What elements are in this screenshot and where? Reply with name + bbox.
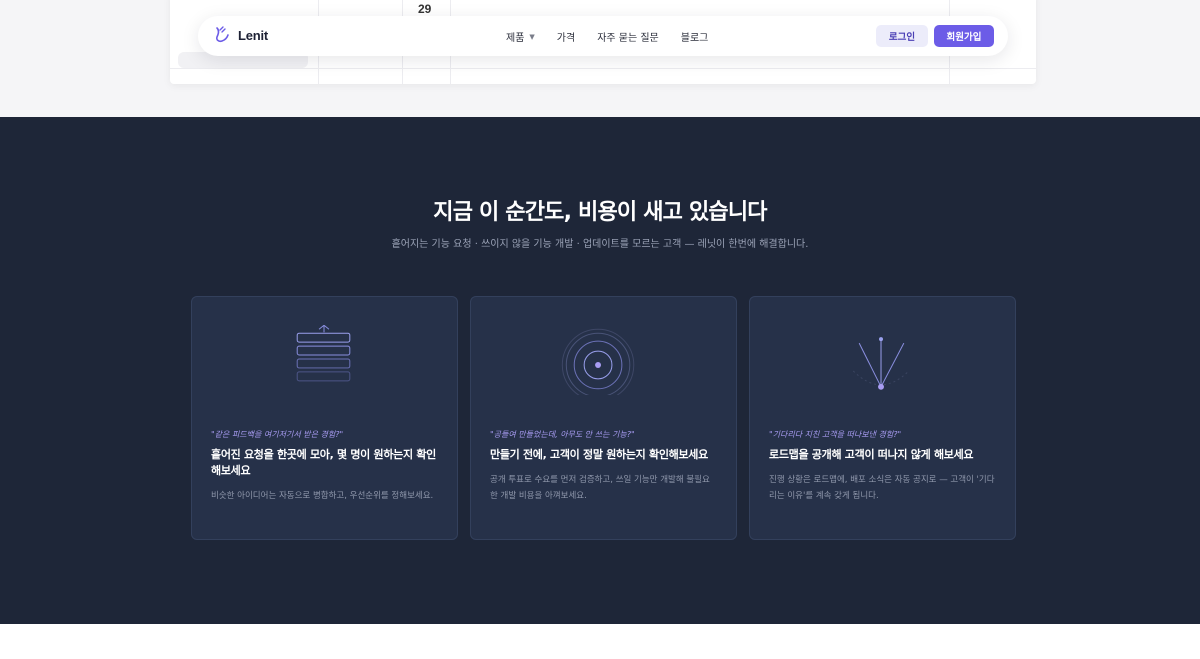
- login-button[interactable]: 로그인: [876, 25, 928, 47]
- nav-item-label: 블로그: [680, 33, 709, 44]
- stack-icon: [296, 325, 351, 382]
- card-title: 흩어진 요청을 한곳에 모아, 몇 명이 원하는지 확인해보세요: [211, 448, 436, 477]
- fan-icon: [852, 337, 910, 390]
- top-zone: 29 Lenit 제품 ▼ 가격 자주 묻는 질문 블로그 로그인 회원가입: [0, 0, 1200, 117]
- navbar: Lenit 제품 ▼ 가격 자주 묻는 질문 블로그 로그인 회원가입: [198, 16, 1008, 56]
- feature-card-roadmap: "기다리다 지친 고객을 떠나보낸 경험?" 로드맵을 공개해 고객이 떠나지 …: [749, 296, 1016, 540]
- brand-name: Lenit: [238, 27, 269, 43]
- nav-links: 제품 ▼ 가격 자주 묻는 질문 블로그: [506, 29, 709, 45]
- nav-item-faq[interactable]: 자주 묻는 질문: [597, 29, 659, 44]
- card-description: 진행 상황은 로드맵에, 배포 소식은 자동 공지로 — 고객이 '기다리는 이…: [769, 475, 995, 501]
- nav-item-pricing[interactable]: 가격: [557, 29, 575, 44]
- target-icon: [561, 328, 635, 395]
- lenit-logo-icon: [216, 26, 229, 43]
- card-quote: "공들여 만들었는데, 아무도 안 쓰는 기능?": [490, 430, 635, 439]
- section-title: 지금 이 순간도, 비용이 새고 있습니다: [433, 200, 767, 225]
- card-title: 만들기 전에, 고객이 정말 원하는지 확인해보세요: [490, 448, 708, 461]
- next-section: [0, 624, 1200, 659]
- feature-card-validate: "공들여 만들었는데, 아무도 안 쓰는 기능?" 만들기 전에, 고객이 정말…: [470, 296, 737, 540]
- card-description: 비슷한 아이디어는 자동으로 병합하고, 우선순위를 정해보세요.: [211, 491, 434, 501]
- nav-item-label: 가격: [556, 33, 576, 44]
- signup-button[interactable]: 회원가입: [934, 25, 994, 47]
- section-subtitle: 흩어지는 기능 요청 · 쓰이지 않을 기능 개발 · 업데이트를 모르는 고객…: [391, 239, 809, 250]
- nav-item-label: 제품: [506, 33, 525, 44]
- chevron-down-icon: ▼: [529, 32, 535, 41]
- card-title: 로드맵을 공개해 고객이 떠나지 않게 해보세요: [769, 448, 974, 461]
- nav-item-product[interactable]: 제품 ▼: [506, 29, 535, 45]
- feature-card-collect: "같은 피드백을 여기저기서 받은 경험?" 흩어진 요청을 한곳에 모아, 몇…: [191, 296, 458, 540]
- preview-date-number: 29: [418, 2, 432, 16]
- pain-points-section: 지금 이 순간도, 비용이 새고 있습니다 흩어지는 기능 요청 · 쓰이지 않…: [0, 117, 1200, 624]
- card-description: 공개 투표로 수요를 먼저 검증하고, 쓰일 기능만 개발해 불필요한 개발 비…: [490, 475, 710, 501]
- card-quote: "기다리다 지친 고객을 떠나보낸 경험?": [769, 430, 902, 439]
- nav-item-blog[interactable]: 블로그: [681, 29, 709, 44]
- nav-item-label: 자주 묻는 질문: [597, 33, 659, 44]
- card-quote: "같은 피드백을 여기저기서 받은 경험?": [211, 430, 344, 439]
- brand[interactable]: Lenit: [214, 26, 268, 44]
